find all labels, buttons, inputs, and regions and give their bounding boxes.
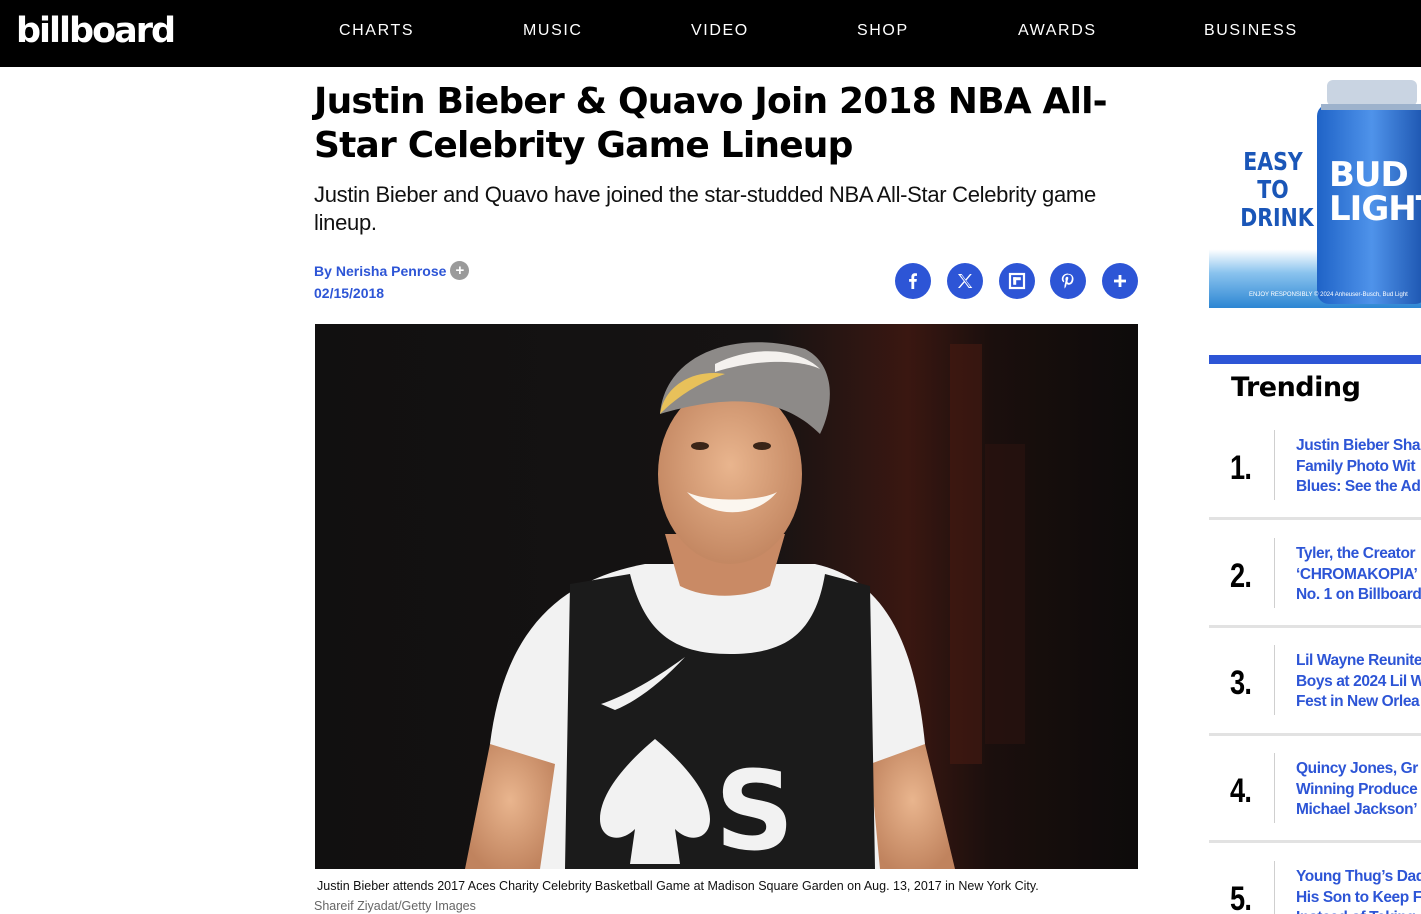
trending-rank: 5. xyxy=(1230,880,1252,914)
nav-charts[interactable]: CHARTS xyxy=(339,22,414,40)
ad-brand: BUD LIGHT xyxy=(1329,155,1421,229)
trending-headline[interactable]: Lil Wayne Reunite Boys at 2024 Lil W Fes… xyxy=(1296,651,1421,713)
byline: By Nerisha Penrose + xyxy=(314,261,470,280)
trending-item[interactable]: 4. Quincy Jones, Gr Winning Produce Mich… xyxy=(1209,753,1421,853)
ad-headline: EASY TO DRINK xyxy=(1240,147,1314,232)
trending-rank: 4. xyxy=(1230,772,1252,810)
nav-music[interactable]: MUSIC xyxy=(523,22,583,40)
article-photo: S xyxy=(315,324,1138,869)
trending-rank: 2. xyxy=(1230,557,1252,595)
trending-title: Trending xyxy=(1231,372,1361,403)
photo-caption: Justin Bieber attends 2017 Aces Charity … xyxy=(317,879,1039,893)
trending-item[interactable]: 3. Lil Wayne Reunite Boys at 2024 Lil W … xyxy=(1209,645,1421,745)
follow-author-button[interactable]: + xyxy=(450,261,470,280)
divider xyxy=(1209,625,1421,628)
top-navigation-bar: billboard CHARTS MUSIC VIDEO SHOP AWARDS… xyxy=(0,0,1421,67)
share-x-button[interactable] xyxy=(947,263,983,299)
divider xyxy=(1274,538,1275,608)
nav-video[interactable]: VIDEO xyxy=(691,22,749,40)
nav-shop[interactable]: SHOP xyxy=(857,22,909,40)
svg-text:S: S xyxy=(715,747,794,869)
divider xyxy=(1209,733,1421,736)
share-facebook-button[interactable] xyxy=(895,263,931,299)
trending-headline[interactable]: Justin Bieber Sha Family Photo Wit Blues… xyxy=(1296,436,1421,498)
facebook-icon xyxy=(904,272,922,290)
byline-prefix: By xyxy=(314,262,332,279)
article-dek: Justin Bieber and Quavo have joined the … xyxy=(314,182,1096,235)
divider xyxy=(1274,430,1275,500)
trending-item[interactable]: 1. Justin Bieber Sha Family Photo Wit Bl… xyxy=(1209,430,1421,530)
x-icon xyxy=(956,272,974,290)
share-flipboard-button[interactable] xyxy=(999,263,1035,299)
divider xyxy=(1209,517,1421,520)
plus-icon xyxy=(1112,273,1128,289)
publish-date: 02/15/2018 xyxy=(314,285,385,301)
trending-rank: 1. xyxy=(1230,449,1252,487)
trending-item[interactable]: 2. Tyler, the Creator ‘CHROMAKOPIA’ No. … xyxy=(1209,538,1421,638)
divider xyxy=(1274,753,1275,823)
divider xyxy=(1274,645,1275,715)
share-more-button[interactable] xyxy=(1102,263,1138,299)
trending-accent-bar xyxy=(1209,355,1421,364)
photo-credit: Shareif Ziyadat/Getty Images xyxy=(314,899,476,913)
nav-business[interactable]: BUSINESS xyxy=(1204,22,1298,40)
article-headline: Justin Bieber & Quavo Join 2018 NBA All-… xyxy=(314,81,1108,166)
nav-awards[interactable]: AWARDS xyxy=(1018,22,1097,40)
trending-item[interactable]: 5. Young Thug’s Dad His Son to Keep F In… xyxy=(1209,861,1421,914)
share-pinterest-button[interactable] xyxy=(1050,263,1086,299)
trending-headline[interactable]: Tyler, the Creator ‘CHROMAKOPIA’ No. 1 o… xyxy=(1296,544,1421,606)
trending-headline[interactable]: Quincy Jones, Gr Winning Produce Michael… xyxy=(1296,759,1421,821)
bud-light-ad[interactable]: EASY TO DRINK BUD LIGHT ENJOY RESPONSIBL… xyxy=(1209,74,1421,308)
divider xyxy=(1274,861,1275,914)
trending-headline[interactable]: Young Thug’s Dad His Son to Keep F Inste… xyxy=(1296,867,1421,914)
author-link[interactable]: Nerisha Penrose xyxy=(336,262,447,280)
flipboard-icon xyxy=(1008,272,1026,290)
pinterest-icon xyxy=(1059,272,1077,290)
billboard-logo[interactable]: billboard xyxy=(16,11,176,51)
trending-rank: 3. xyxy=(1230,664,1252,702)
divider xyxy=(1209,840,1421,843)
ad-disclaimer: ENJOY RESPONSIBLY © 2024 Anheuser-Busch,… xyxy=(1249,292,1408,298)
